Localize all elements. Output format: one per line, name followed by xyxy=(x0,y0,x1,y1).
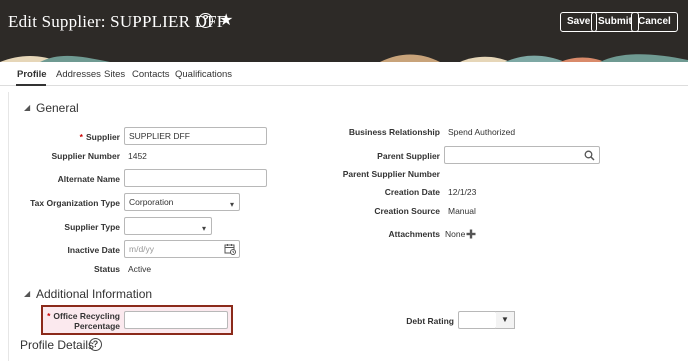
chevron-down-icon: ▼ xyxy=(501,315,509,324)
attachments-label: Attachments xyxy=(388,229,440,239)
required-icon: * xyxy=(47,311,51,321)
supplier-number-label: Supplier Number xyxy=(51,151,120,161)
supplier-type-label: Supplier Type xyxy=(64,222,120,232)
tab-sites[interactable]: Sites xyxy=(104,69,125,80)
active-tab-indicator xyxy=(16,84,46,86)
tax-organization-type-label: Tax Organization Type xyxy=(30,198,120,208)
inactive-date-input[interactable]: m/d/yy xyxy=(124,240,240,258)
required-icon: * xyxy=(79,132,83,142)
favorite-star-icon[interactable]: ★ xyxy=(219,10,233,30)
status-label: Status xyxy=(94,264,120,274)
section-title-general: General xyxy=(36,101,79,115)
help-icon[interactable]: ? xyxy=(198,13,213,28)
help-icon[interactable]: ? xyxy=(89,338,102,351)
alternate-name-input[interactable] xyxy=(124,169,267,187)
collapse-triangle-icon[interactable]: ◢ xyxy=(24,289,30,298)
office-recycling-label: * Office Recycling Percentage xyxy=(47,311,120,331)
chevron-down-icon: ▾ xyxy=(201,224,206,233)
collapse-triangle-icon[interactable]: ◢ xyxy=(24,103,30,112)
debt-rating-label: Debt Rating xyxy=(406,316,454,326)
parent-supplier-label: Parent Supplier xyxy=(377,151,440,161)
cancel-button[interactable]: Cancel xyxy=(631,12,678,32)
business-relationship-label: Business Relationship xyxy=(348,127,440,137)
supplier-input[interactable]: SUPPLIER DFF xyxy=(124,127,267,145)
status-value: Active xyxy=(128,264,152,274)
supplier-label: * Supplier xyxy=(79,132,120,142)
inactive-date-placeholder: m/d/yy xyxy=(129,244,155,254)
page-header: Edit Supplier: SUPPLIER DFF ? ★ Save Sub… xyxy=(0,0,688,62)
decorative-banner xyxy=(0,52,688,62)
creation-source-value: Manual xyxy=(448,206,476,216)
tax-organization-type-select[interactable]: Corporation ▾ xyxy=(124,193,240,211)
business-relationship-value: Spend Authorized xyxy=(448,127,516,137)
supplier-number-value: 1452 xyxy=(128,151,147,161)
alternate-name-label: Alternate Name xyxy=(57,174,120,184)
parent-supplier-input[interactable] xyxy=(444,146,600,164)
tax-organization-type-value: Corporation xyxy=(129,197,174,207)
attachments-value[interactable]: None xyxy=(445,229,465,239)
debt-rating-input[interactable] xyxy=(458,311,497,329)
debt-rating-dropdown-button[interactable]: ▼ xyxy=(496,311,515,329)
chevron-down-icon: ▾ xyxy=(229,200,234,209)
tab-contacts[interactable]: Contacts xyxy=(132,69,170,80)
tab-qualifications[interactable]: Qualifications xyxy=(175,69,232,80)
add-attachment-icon[interactable] xyxy=(466,229,476,239)
creation-source-label: Creation Source xyxy=(374,206,440,216)
calendar-icon[interactable] xyxy=(224,243,236,255)
creation-date-label: Creation Date xyxy=(384,187,440,197)
office-recycling-input[interactable] xyxy=(124,311,228,329)
section-title-profile-details: Profile Details xyxy=(20,338,95,352)
parent-supplier-number-label: Parent Supplier Number xyxy=(342,169,440,179)
supplier-type-select[interactable]: ▾ xyxy=(124,217,212,235)
tab-profile[interactable]: Profile xyxy=(17,69,47,80)
page-title: Edit Supplier: SUPPLIER DFF xyxy=(8,12,227,31)
search-icon[interactable] xyxy=(584,150,595,161)
section-title-additional-information: Additional Information xyxy=(36,287,153,301)
inactive-date-label: Inactive Date xyxy=(67,245,120,255)
tab-addresses[interactable]: Addresses xyxy=(56,69,101,80)
creation-date-value: 12/1/23 xyxy=(448,187,477,197)
tab-bar: Profile Addresses Sites Contacts Qualifi… xyxy=(0,62,688,86)
